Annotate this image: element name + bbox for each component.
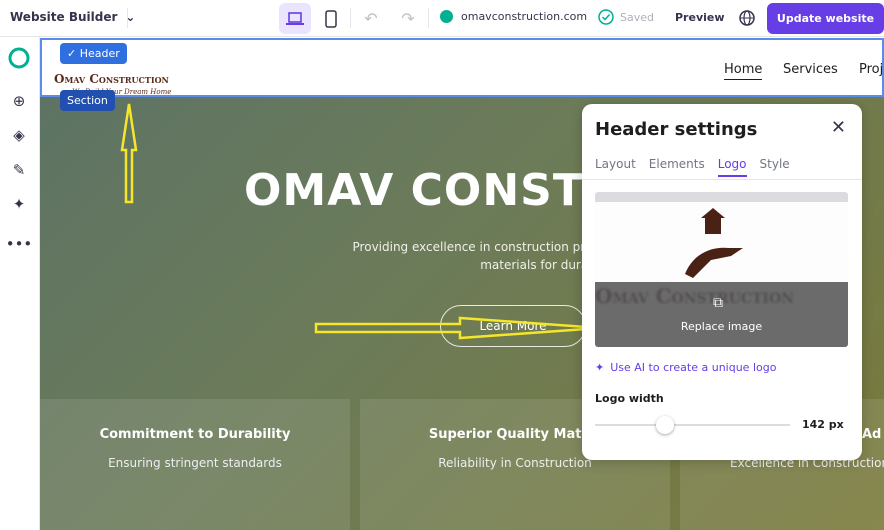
tab-logo[interactable]: Logo: [717, 157, 747, 177]
progress-icon[interactable]: [8, 47, 30, 69]
ai-sparkle-icon[interactable]: ✦: [8, 193, 30, 215]
logo-width-slider[interactable]: [595, 416, 790, 434]
hero-title: OMAV CONSTR: [244, 165, 619, 216]
logo-house-hand-image: [685, 208, 743, 278]
image-overlay: [595, 282, 848, 347]
left-sidebar: ⊕ ◈ ✎ ✦ •••: [0, 37, 40, 530]
section-tag[interactable]: Section: [60, 90, 115, 111]
preview-button[interactable]: Preview: [675, 11, 725, 24]
tab-layout[interactable]: Layout: [595, 157, 636, 177]
redo-button[interactable]: ↷: [392, 3, 424, 34]
image-icon: ⧉: [713, 295, 723, 311]
panel-title: Header settings: [595, 119, 758, 140]
close-icon[interactable]: ✕: [831, 117, 846, 138]
update-website-button[interactable]: Update website: [767, 3, 884, 34]
saved-status: Saved: [598, 9, 654, 25]
layers-icon[interactable]: ◈: [8, 124, 30, 146]
ai-logo-link[interactable]: ✦ Use AI to create a unique logo: [595, 361, 776, 374]
logo-width-value: 142 px: [802, 418, 844, 431]
header-tag[interactable]: ✓ Header: [60, 43, 127, 64]
nav-services[interactable]: Services: [783, 62, 838, 77]
feature-card: Commitment to Durability Ensuring stringe…: [40, 399, 350, 530]
redo-icon: ↷: [401, 9, 415, 28]
nav-home[interactable]: Home: [724, 62, 763, 80]
domain-link[interactable]: omavconstruction.com: [440, 10, 587, 23]
desktop-view-button[interactable]: [279, 3, 311, 34]
design-icon[interactable]: ✎: [8, 159, 30, 181]
sparkle-icon: ✦: [595, 361, 605, 374]
settings-tabs: Layout Elements Logo Style: [595, 157, 790, 177]
mobile-view-button[interactable]: [315, 3, 347, 34]
undo-button[interactable]: ↶: [355, 3, 387, 34]
app-title: Website Builder: [10, 10, 118, 24]
learn-more-button[interactable]: Learn More: [440, 305, 586, 347]
tab-elements[interactable]: Elements: [649, 157, 705, 177]
ai-link-text: Use AI to create a unique logo: [610, 361, 777, 374]
domain-text: omavconstruction.com: [461, 10, 588, 23]
top-bar: Website Builder ⌄ ↶ ↷ omavconstruction.co…: [0, 0, 884, 37]
site-logo[interactable]: Omav Construction: [54, 72, 169, 86]
status-dot-icon: [440, 10, 453, 23]
check-circle-icon: [598, 9, 614, 25]
header-settings-panel: Header settings ✕ Layout Elements Logo S…: [582, 104, 862, 460]
more-icon[interactable]: •••: [6, 233, 33, 255]
laptop-icon: [286, 11, 304, 25]
nav-projects[interactable]: Proj: [859, 62, 883, 77]
undo-icon: ↶: [364, 9, 378, 28]
logo-width-label: Logo width: [595, 392, 664, 405]
globe-icon[interactable]: [739, 10, 755, 30]
divider: [127, 8, 128, 28]
add-icon[interactable]: ⊕: [8, 90, 30, 112]
saved-text: Saved: [620, 10, 654, 24]
tab-style[interactable]: Style: [760, 157, 790, 177]
logo-preview[interactable]: Omav Construction ⧉ Replace image: [595, 192, 848, 347]
app-switcher[interactable]: Website Builder ⌄: [10, 10, 135, 24]
slider-handle[interactable]: [656, 416, 675, 434]
replace-image-button[interactable]: Replace image: [595, 320, 848, 333]
mobile-icon: [325, 9, 337, 28]
site-header[interactable]: Omav Construction We Build Your Dream Ho…: [40, 38, 884, 97]
